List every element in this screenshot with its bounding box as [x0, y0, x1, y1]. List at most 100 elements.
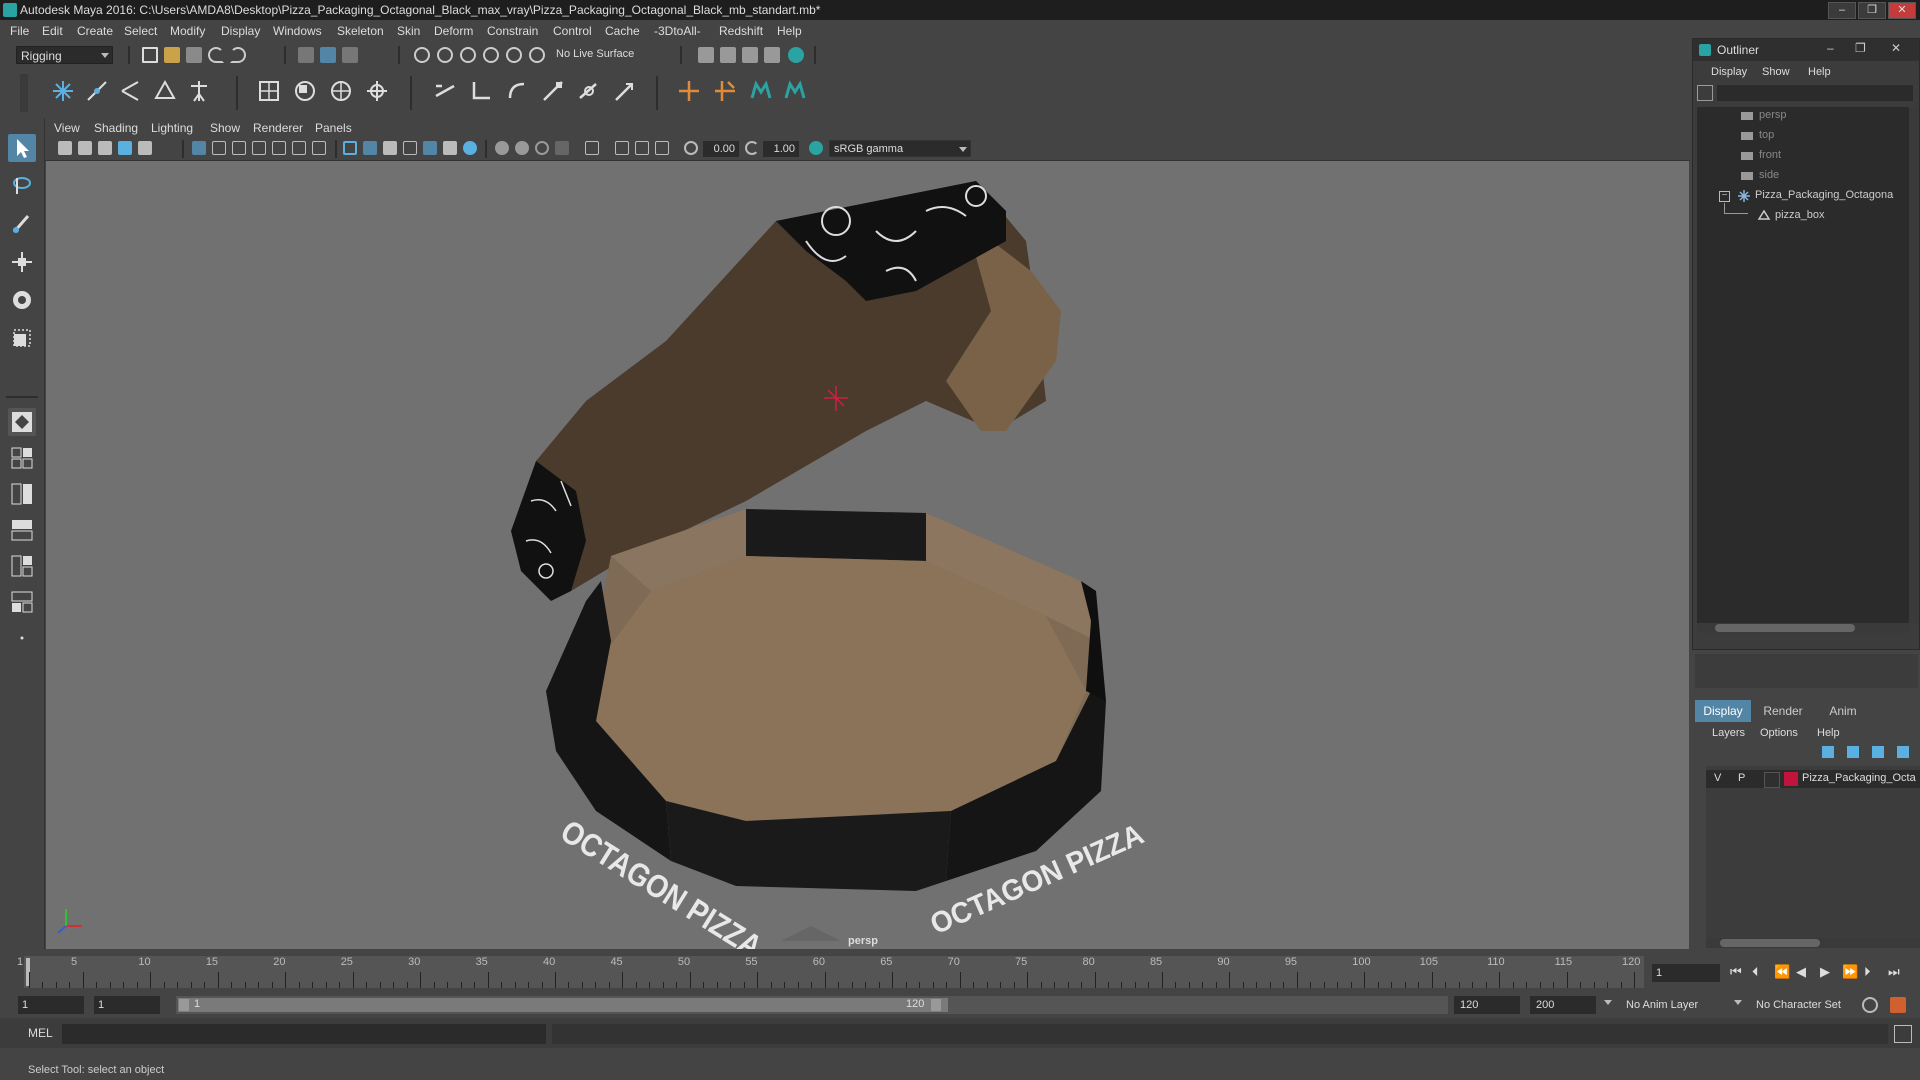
color-management-icon[interactable]	[809, 141, 823, 155]
play-forward-icon[interactable]: ▶	[1820, 964, 1830, 980]
outliner-refresh-icon[interactable]	[1697, 85, 1713, 101]
perspective-viewport[interactable]: OCTAGON PIZZA OCTAGON PIZZA persp	[46, 161, 1689, 949]
menu-windows[interactable]: Windows	[273, 20, 322, 42]
anti-aliasing-icon[interactable]	[535, 141, 549, 155]
persp-graph-layout-button[interactable]	[8, 516, 36, 544]
depth-of-field-icon[interactable]	[555, 141, 569, 155]
resolution-gate-icon[interactable]	[232, 141, 246, 155]
ipr-render-icon[interactable]	[742, 47, 758, 63]
layer-type-toggle[interactable]	[1764, 772, 1780, 788]
snap-magnet-icon[interactable]	[529, 47, 545, 63]
outliner-item-front[interactable]: front	[1759, 149, 1781, 161]
animation-end-field[interactable]: 200	[1530, 996, 1596, 1014]
outliner-minimize-button[interactable]: –	[1827, 41, 1834, 55]
auto-key-icon[interactable]	[1862, 997, 1878, 1013]
playback-end-field[interactable]: 120	[1454, 996, 1520, 1014]
menu-help[interactable]: Help	[777, 20, 802, 42]
playback-start-field[interactable]: 1	[94, 996, 160, 1014]
live-surface-field[interactable]: No Live Surface	[556, 48, 634, 60]
script-editor-layout-button[interactable]	[8, 588, 36, 616]
layer-hscrollbar[interactable]	[1706, 938, 1920, 948]
layer-name[interactable]: Pizza_Packaging_Octa	[1802, 772, 1916, 784]
parent-constraint-icon[interactable]	[432, 78, 458, 104]
panel-menu-show[interactable]: Show	[210, 118, 240, 138]
ik-spline-icon[interactable]	[118, 78, 144, 104]
isolate-select-icon[interactable]	[585, 141, 599, 155]
new-layer-icon[interactable]	[1872, 746, 1884, 758]
menu-cache[interactable]: Cache	[605, 20, 640, 42]
outliner-item-persp[interactable]: persp	[1759, 109, 1787, 121]
smooth-shade-icon[interactable]	[363, 141, 377, 155]
wireframe-icon[interactable]	[343, 141, 357, 155]
new-layer-selected-icon[interactable]	[1897, 746, 1909, 758]
panel-menu-view[interactable]: View	[54, 118, 80, 138]
snap-view-plane-icon[interactable]	[483, 47, 499, 63]
layer-menu-help[interactable]: Help	[1817, 724, 1840, 742]
outliner-item-top[interactable]: top	[1759, 129, 1774, 141]
snap-grid-icon[interactable]	[414, 47, 430, 63]
maya-tool-icon[interactable]	[748, 78, 774, 104]
outliner-close-button[interactable]: ✕	[1891, 41, 1901, 55]
screen-space-ao-icon[interactable]	[495, 141, 509, 155]
pole-vector-icon[interactable]	[612, 78, 638, 104]
range-start-handle[interactable]	[179, 999, 189, 1011]
go-to-start-icon[interactable]: ⏮	[1730, 964, 1742, 980]
range-end-handle[interactable]	[931, 999, 941, 1011]
scale-constraint-icon[interactable]	[540, 78, 566, 104]
joint-label-icon[interactable]	[712, 78, 738, 104]
paint-select-button[interactable]	[8, 210, 36, 238]
outliner-restore-button[interactable]: ❐	[1855, 41, 1866, 55]
wireframe-on-shaded-icon[interactable]	[403, 141, 417, 155]
step-back-key-icon[interactable]: ⏪	[1774, 964, 1790, 980]
chevron-down-icon[interactable]	[1734, 1000, 1742, 1005]
snap-curve-icon[interactable]	[437, 47, 453, 63]
current-frame-field[interactable]: 1	[1652, 964, 1720, 982]
use-lights-icon[interactable]	[443, 141, 457, 155]
outliner-hscroll-thumb[interactable]	[1715, 624, 1855, 632]
single-perspective-layout-button[interactable]	[8, 408, 36, 436]
blendshape-icon[interactable]	[328, 78, 354, 104]
layer-row[interactable]: V P Pizza_Packaging_Octa	[1706, 770, 1920, 788]
menu-file[interactable]: File	[10, 20, 29, 42]
render-view-icon[interactable]	[764, 47, 780, 63]
camera-bookmark-icon[interactable]	[78, 141, 92, 155]
script-editor-icon[interactable]	[1894, 1025, 1912, 1043]
render-settings-icon[interactable]	[698, 47, 714, 63]
layer-visibility-toggle[interactable]: V	[1714, 772, 1721, 784]
panel-menu-renderer[interactable]: Renderer	[253, 118, 303, 138]
2d-pan-zoom-icon[interactable]	[118, 141, 132, 155]
restore-button[interactable]: ❐	[1858, 2, 1886, 19]
orient-constraint-icon[interactable]	[504, 78, 530, 104]
snap-point-icon[interactable]	[460, 47, 476, 63]
panel-menu-panels[interactable]: Panels	[315, 118, 352, 138]
select-tool-button[interactable]	[8, 134, 36, 162]
image-plane-icon[interactable]	[98, 141, 112, 155]
snap-surface-icon[interactable]	[506, 47, 522, 63]
lattice-icon[interactable]	[256, 78, 282, 104]
hypershade-layout-button[interactable]	[8, 552, 36, 580]
humanik-icon[interactable]	[186, 78, 212, 104]
outliner-menu-show[interactable]: Show	[1762, 63, 1790, 81]
select-object-icon[interactable]	[320, 47, 336, 63]
skin-bind-icon[interactable]	[152, 78, 178, 104]
xray-active-icon[interactable]	[635, 141, 649, 155]
tab-anim[interactable]: Anim	[1815, 700, 1871, 722]
layer-hscroll-thumb[interactable]	[1720, 939, 1820, 947]
new-scene-icon[interactable]	[142, 47, 158, 63]
close-button[interactable]: ✕	[1888, 2, 1916, 19]
character-set-dropdown[interactable]: No Character Set	[1750, 996, 1866, 1014]
menu-control[interactable]: Control	[553, 20, 592, 42]
layer-menu-options[interactable]: Options	[1760, 724, 1798, 742]
menu-create[interactable]: Create	[77, 20, 113, 42]
menu-redshift[interactable]: Redshift	[719, 20, 763, 42]
redo-icon[interactable]	[230, 47, 246, 63]
select-hierarchy-icon[interactable]	[298, 47, 314, 63]
outliner-menu-help[interactable]: Help	[1808, 63, 1831, 81]
menu-skin[interactable]: Skin	[397, 20, 420, 42]
tab-display[interactable]: Display	[1695, 700, 1751, 722]
xray-joints-icon[interactable]	[655, 141, 669, 155]
lasso-tool-button[interactable]	[8, 172, 36, 200]
default-material-icon[interactable]	[383, 141, 397, 155]
render-frame-icon[interactable]	[720, 47, 736, 63]
camera-attributes-icon[interactable]	[58, 141, 72, 155]
